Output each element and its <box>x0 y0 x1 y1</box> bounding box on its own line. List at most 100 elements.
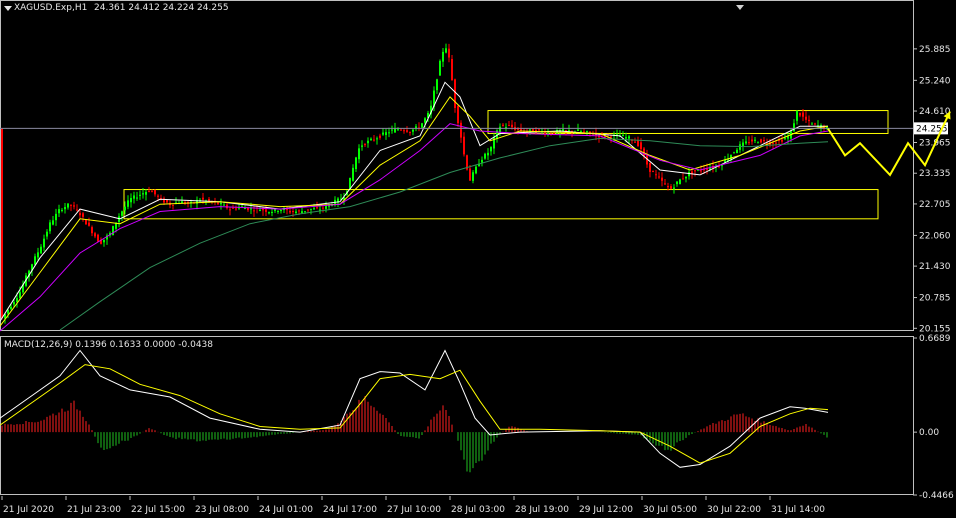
candle-body <box>745 141 747 144</box>
candle-body <box>127 200 129 207</box>
candle-body <box>655 174 657 176</box>
candle-body <box>19 292 21 298</box>
candle-body <box>154 189 156 195</box>
candle-body <box>628 136 630 139</box>
candle-body <box>166 199 168 203</box>
candle-body <box>457 105 459 124</box>
candle-body <box>472 172 474 181</box>
candle-body <box>88 222 90 226</box>
candle-body <box>658 176 660 178</box>
time-axis-label: 29 Jul 12:00 <box>579 505 633 515</box>
candle-body <box>424 118 426 123</box>
candle-body <box>307 209 309 211</box>
candle-body <box>685 176 687 179</box>
candle-body <box>223 204 225 206</box>
candle-body <box>652 171 654 173</box>
price-axis-label: 25.885 <box>919 45 951 55</box>
candle-body <box>61 209 63 211</box>
candle-body <box>124 206 126 211</box>
candle-body <box>385 132 387 136</box>
candle-body <box>754 139 756 141</box>
candle-body <box>64 207 66 210</box>
candle-body <box>481 159 483 163</box>
candle-body <box>694 170 696 172</box>
candle-body <box>313 208 315 210</box>
candle-body <box>139 194 141 196</box>
candle-body <box>676 181 678 185</box>
candle-body <box>133 195 135 199</box>
candle-body <box>490 146 492 152</box>
candle-body <box>448 48 450 58</box>
candle-body <box>670 186 672 189</box>
candle-body <box>661 177 663 181</box>
macd-histogram-group <box>1 396 828 473</box>
time-axis-label: 24 Jul 01:00 <box>259 505 313 515</box>
candle-body <box>259 209 261 211</box>
candle-body <box>673 187 675 189</box>
candle-body <box>379 135 381 138</box>
candle-body <box>412 129 414 132</box>
candle-body <box>538 129 540 131</box>
macd-axis-label: 0.6689 <box>919 334 951 344</box>
candle-body <box>772 142 774 144</box>
price-chart[interactable]: 25.88525.24024.61023.96523.33522.70522.0… <box>0 0 956 518</box>
candle-body <box>265 209 267 212</box>
candle-body <box>367 140 369 144</box>
candle-body <box>814 123 816 125</box>
candle-body <box>376 138 378 140</box>
candle-body <box>370 138 372 140</box>
price-axis-label: 20.155 <box>919 324 951 334</box>
price-axis-label: 21.430 <box>919 262 951 272</box>
time-axis-label: 28 Jul 19:00 <box>515 505 569 515</box>
candle-body <box>799 113 801 116</box>
candle-body <box>547 132 549 134</box>
candle-body <box>298 210 300 212</box>
ma-slow-line <box>0 123 829 332</box>
candle-body <box>811 123 813 125</box>
candle-body <box>151 191 153 193</box>
candle-body <box>748 142 750 144</box>
candle-body <box>640 142 642 150</box>
candle-body <box>46 231 48 237</box>
candle-body <box>76 209 78 211</box>
candle-body <box>82 213 84 217</box>
candle-body <box>121 211 123 216</box>
candle-body <box>232 207 234 209</box>
candle-body <box>319 209 321 211</box>
candle-body <box>352 167 354 181</box>
candle-body <box>157 195 159 197</box>
candle-body <box>637 140 639 146</box>
macd-indicator-label: MACD(12,26,9) 0.1396 0.1633 0.0000 -0.04… <box>4 340 214 350</box>
candle-body <box>310 208 312 210</box>
candle-body <box>583 131 585 133</box>
time-axis-label: 31 Jul 14:00 <box>771 505 825 515</box>
candle-body <box>421 123 423 128</box>
candle-body <box>34 256 36 265</box>
macd-signal-line <box>0 364 829 464</box>
time-axis-label: 22 Jul 15:00 <box>131 505 185 515</box>
candle-body <box>700 170 702 172</box>
candle-body <box>373 139 375 141</box>
candle-body <box>43 238 45 248</box>
candle-body <box>91 227 93 234</box>
macd-axis-label: -0.4466 <box>919 491 954 501</box>
price-panel-frame <box>0 0 914 331</box>
candle-body <box>382 132 384 135</box>
macd-panel-frame <box>0 336 914 495</box>
candles-group <box>1 43 828 324</box>
candle-body <box>475 166 477 174</box>
time-axis-label: 28 Jul 03:00 <box>451 505 505 515</box>
candle-body <box>739 144 741 150</box>
time-axis-label: 30 Jul 05:00 <box>643 505 697 515</box>
candle-body <box>625 137 627 139</box>
candle-body <box>664 183 666 185</box>
candle-body <box>649 162 651 172</box>
candle-body <box>667 186 669 188</box>
candle-body <box>364 143 366 146</box>
candle-body <box>391 129 393 131</box>
candle-body <box>250 208 252 210</box>
candle-body <box>52 220 54 225</box>
candle-body <box>580 131 582 133</box>
candle-body <box>235 208 237 210</box>
price-axis-label: 23.335 <box>919 169 951 179</box>
